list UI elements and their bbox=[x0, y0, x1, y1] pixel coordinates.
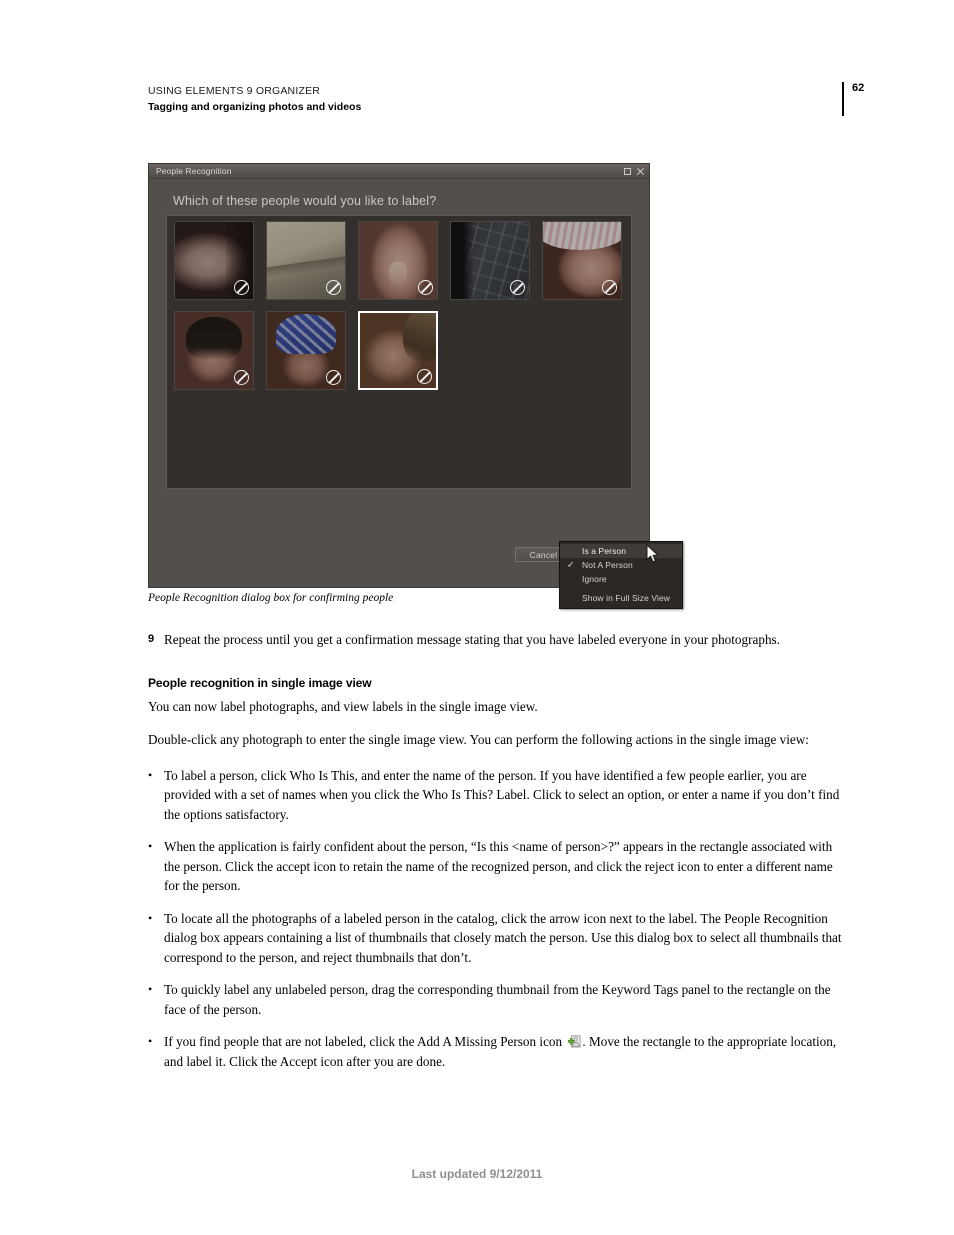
thumbnail-item[interactable] bbox=[450, 221, 530, 300]
lead-paragraph: Double-click any photograph to enter the… bbox=[148, 732, 809, 747]
list-item-text-before-icon: If you find people that are not labeled,… bbox=[164, 1034, 566, 1049]
page-footer: Last updated 9/12/2011 bbox=[0, 1167, 954, 1181]
reject-icon[interactable] bbox=[326, 370, 341, 385]
reject-icon[interactable] bbox=[417, 369, 432, 384]
numbered-step-9: 9 Repeat the process until you get a con… bbox=[148, 630, 848, 650]
context-menu-item-label: Show in Full Size View bbox=[582, 593, 671, 603]
thumbnail-item[interactable] bbox=[542, 221, 622, 300]
thumbnail-item[interactable] bbox=[266, 221, 346, 300]
list-item: • To label a person, click Who Is This, … bbox=[148, 766, 848, 825]
list-item: • If you find people that are not labele… bbox=[148, 1032, 848, 1071]
figure-people-recognition-screenshot: People Recognition Which of these people… bbox=[148, 163, 683, 609]
thumbnail-panel bbox=[166, 215, 632, 489]
header-product-line: USING ELEMENTS 9 ORGANIZER bbox=[148, 85, 321, 97]
page-number-container: 62 bbox=[842, 82, 864, 116]
list-item-text: To quickly label any unlabeled person, d… bbox=[164, 982, 831, 1017]
reject-icon[interactable] bbox=[234, 370, 249, 385]
list-item-text-with-icon: If you find people that are not labeled,… bbox=[164, 1032, 848, 1071]
main-content: 9 Repeat the process until you get a con… bbox=[148, 630, 848, 1084]
bullet-marker: • bbox=[148, 910, 153, 925]
thumbnail-item[interactable] bbox=[358, 221, 438, 300]
thumbnail-item[interactable] bbox=[174, 311, 254, 390]
checkmark-icon: ✓ bbox=[567, 559, 575, 570]
bullet-marker: • bbox=[148, 982, 153, 996]
section-heading: People recognition in single image view bbox=[148, 675, 372, 690]
reject-icon[interactable] bbox=[326, 280, 341, 295]
context-menu-item-show-in-full-size-view[interactable]: Show in Full Size View bbox=[560, 591, 682, 605]
add-missing-person-icon bbox=[566, 1034, 581, 1048]
context-menu-item-label: Is a Person bbox=[582, 546, 627, 556]
list-item-text: To label a person, click Who Is This, an… bbox=[164, 767, 840, 822]
figure-caption: People Recognition dialog box for confir… bbox=[148, 592, 394, 604]
people-recognition-dialog: People Recognition Which of these people… bbox=[148, 163, 683, 609]
last-updated-text: Last updated 9/12/2011 bbox=[411, 1167, 543, 1181]
header-chapter-title: Tagging and organizing photos and videos bbox=[148, 101, 362, 113]
reject-icon[interactable] bbox=[418, 280, 433, 295]
mouse-cursor-icon bbox=[646, 544, 659, 563]
intro-paragraph: You can now label photographs, and view … bbox=[148, 698, 538, 714]
list-item-text: To locate all the photographs of a label… bbox=[164, 910, 842, 965]
page-number: 62 bbox=[852, 82, 865, 94]
context-menu-item-label: Not A Person bbox=[582, 560, 633, 570]
restore-window-icon[interactable] bbox=[624, 167, 631, 175]
list-item-text: When the application is fairly confident… bbox=[164, 839, 833, 893]
bullet-marker: • bbox=[148, 1034, 153, 1048]
dialog-title-bar: People Recognition bbox=[149, 164, 649, 179]
list-item: • To locate all the photographs of a lab… bbox=[148, 909, 848, 968]
context-menu-item-label: Ignore bbox=[582, 574, 607, 584]
thumbnail-item-selected[interactable] bbox=[358, 311, 438, 390]
thumbnail-item[interactable] bbox=[266, 311, 346, 390]
window-controls bbox=[624, 167, 645, 176]
dialog-title: People Recognition bbox=[156, 166, 232, 176]
bullet-marker: • bbox=[148, 839, 153, 853]
page-header: USING ELEMENTS 9 ORGANIZER Tagging and o… bbox=[148, 84, 848, 115]
close-window-icon[interactable] bbox=[636, 167, 645, 176]
thumbnail-item[interactable] bbox=[174, 221, 254, 300]
context-menu-item-ignore[interactable]: Ignore bbox=[560, 572, 682, 586]
thumbnail-grid bbox=[174, 221, 627, 390]
reject-icon[interactable] bbox=[510, 280, 525, 295]
reject-icon[interactable] bbox=[602, 280, 617, 295]
bullet-marker: • bbox=[148, 767, 153, 782]
reject-icon[interactable] bbox=[234, 280, 249, 295]
context-menu-item-not-a-person[interactable]: ✓ Not A Person bbox=[560, 558, 682, 572]
dialog-prompt-text: Which of these people would you like to … bbox=[173, 194, 437, 208]
list-item: • When the application is fairly confide… bbox=[148, 837, 848, 896]
list-item: • To quickly label any unlabeled person,… bbox=[148, 980, 848, 1019]
actions-bullet-list: • To label a person, click Who Is This, … bbox=[148, 766, 848, 1072]
context-menu-item-is-a-person[interactable]: Is a Person bbox=[560, 544, 682, 558]
step-number: 9 bbox=[148, 633, 155, 645]
step-text: Repeat the process until you get a confi… bbox=[164, 632, 780, 647]
thumbnail-context-menu[interactable]: Is a Person ✓ Not A Person Ignore Show i… bbox=[559, 541, 683, 609]
